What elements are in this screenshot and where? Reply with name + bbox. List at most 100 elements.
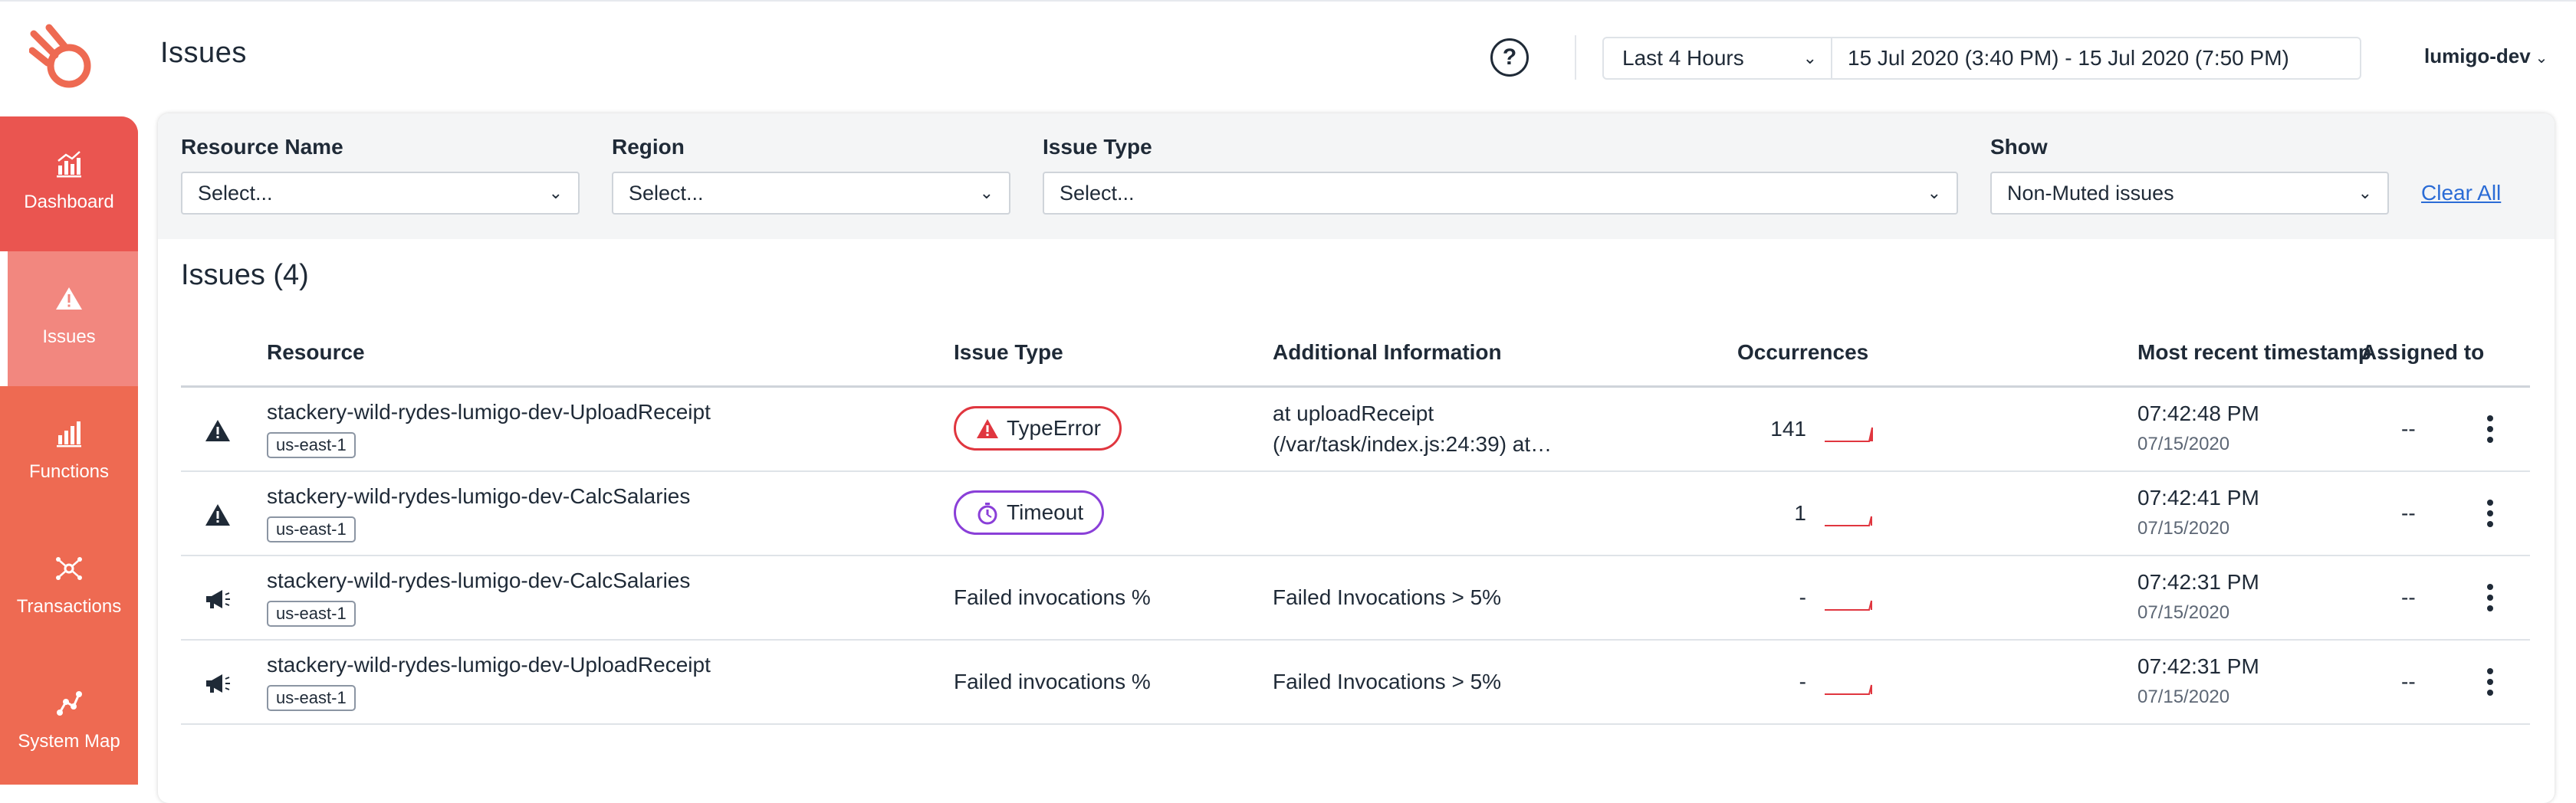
filter-label-region: Region — [612, 135, 685, 159]
table-row[interactable]: stackery-wild-rydes-lumigo-dev-CalcSalar… — [181, 556, 2530, 641]
more-options-icon[interactable] — [2482, 414, 2498, 444]
resource-name-value: Select... — [198, 182, 273, 205]
issues-table-header: Resource Issue Type Additional Informati… — [181, 328, 2530, 388]
resource-name[interactable]: stackery-wild-rydes-lumigo-dev-UploadRec… — [267, 400, 711, 424]
assigned-to[interactable]: -- — [2401, 417, 2416, 441]
issue-type-pill[interactable]: TypeError — [954, 406, 1122, 451]
timestamp-date: 07/15/2020 — [2137, 518, 2230, 539]
issue-type-label: Failed invocations % — [954, 585, 1151, 609]
occurrences-sparkline — [1825, 516, 1872, 526]
timestamp-time: 07:42:41 PM — [2137, 486, 2259, 510]
chevron-down-icon: ⌄ — [2358, 183, 2372, 202]
clear-all-link[interactable]: Clear All — [2421, 181, 2501, 205]
table-row[interactable]: stackery-wild-rydes-lumigo-dev-UploadRec… — [181, 641, 2530, 725]
sidebar-item-label: System Map — [18, 731, 120, 752]
sidebar-item-functions[interactable]: Functions — [0, 386, 138, 521]
filter-label-issue-type: Issue Type — [1043, 135, 1152, 159]
occurrences-count: - — [1799, 670, 1806, 693]
filter-label-show: Show — [1990, 135, 2048, 159]
sidebar-item-label: Issues — [42, 326, 96, 347]
sidebar-item-issues[interactable]: Issues — [0, 251, 138, 386]
warning-icon — [205, 420, 230, 441]
chevron-down-icon: ⌄ — [1802, 48, 1817, 67]
chevron-down-icon: ⌄ — [1927, 183, 1941, 202]
issue-type-label: Timeout — [1007, 500, 1084, 524]
more-options-icon[interactable] — [2482, 667, 2498, 697]
sidebar-item-label: Dashboard — [24, 192, 114, 212]
resource-name[interactable]: stackery-wild-rydes-lumigo-dev-CalcSalar… — [267, 569, 690, 593]
dashboard-chart-icon — [57, 151, 81, 178]
top-border — [0, 0, 2576, 3]
account-menu[interactable]: lumigo-dev ⌄ — [2424, 44, 2548, 68]
assigned-to[interactable]: -- — [2401, 670, 2416, 694]
additional-info-line: Failed Invocations > 5% — [1273, 585, 1502, 609]
column-header-issue-type[interactable]: Issue Type — [954, 340, 1063, 365]
sidebar-item-label: Functions — [28, 461, 110, 482]
region-badge: us-east-1 — [267, 432, 356, 458]
sidebar: Dashboard Issues Functions Transactions — [0, 116, 138, 785]
column-header-assigned-to[interactable]: Assigned to — [2361, 340, 2484, 365]
show-select[interactable]: Non-Muted issues ⌄ — [1990, 172, 2389, 215]
additional-info-line: Failed Invocations > 5% — [1273, 670, 1502, 693]
region-badge: us-east-1 — [267, 685, 356, 711]
resource-name[interactable]: stackery-wild-rydes-lumigo-dev-CalcSalar… — [267, 484, 690, 509]
sidebar-item-transactions[interactable]: Transactions — [0, 521, 138, 656]
resource-name[interactable]: stackery-wild-rydes-lumigo-dev-UploadRec… — [267, 653, 711, 677]
region-select[interactable]: Select... ⌄ — [612, 172, 1010, 215]
timestamp-time: 07:42:48 PM — [2137, 402, 2259, 425]
transactions-icon — [56, 557, 82, 580]
warning-icon — [977, 419, 998, 438]
sidebar-item-dashboard[interactable]: Dashboard — [0, 116, 138, 251]
page-title: Issues — [160, 37, 247, 69]
occurrences-count: 1 — [1794, 501, 1806, 525]
timestamp-time: 07:42:31 PM — [2137, 654, 2259, 678]
additional-info-line: (/var/task/index.js:24:39) at… — [1273, 432, 1552, 456]
occurrences-sparkline — [1825, 600, 1872, 611]
timestamp-date: 07/15/2020 — [2137, 602, 2230, 623]
assigned-to[interactable]: -- — [2401, 585, 2416, 610]
region-value: Select... — [629, 182, 704, 205]
megaphone-icon — [206, 590, 230, 608]
issue-type-label: TypeError — [1007, 416, 1101, 440]
timestamp-date: 07/15/2020 — [2137, 434, 2230, 454]
column-header-label: Most recent timestamp — [2137, 340, 2371, 364]
assigned-to[interactable]: -- — [2401, 501, 2416, 526]
stopwatch-icon — [978, 503, 997, 525]
lumigo-logo[interactable] — [29, 23, 103, 97]
issue-type-pill[interactable]: Timeout — [954, 490, 1105, 535]
column-header-resource[interactable]: Resource — [267, 340, 365, 365]
warning-icon — [56, 287, 82, 310]
filter-label-resource-name: Resource Name — [181, 135, 343, 159]
resource-name-select[interactable]: Select... ⌄ — [181, 172, 580, 215]
more-options-icon[interactable] — [2482, 498, 2498, 529]
chevron-down-icon: ⌄ — [548, 183, 563, 202]
timestamp-time: 07:42:31 PM — [2137, 570, 2259, 594]
issue-type-select[interactable]: Select... ⌄ — [1043, 172, 1958, 215]
occurrences-sparkline — [1825, 684, 1872, 695]
timestamp-date: 07/15/2020 — [2137, 687, 2230, 707]
occurrences-sparkline — [1825, 427, 1873, 442]
column-header-most-recent-timestamp[interactable]: Most recent timestamp ⌄ — [2137, 340, 2390, 365]
sidebar-item-system-map[interactable]: System Map — [0, 656, 138, 785]
sidebar-item-label: Transactions — [16, 596, 122, 617]
warning-icon — [205, 504, 230, 526]
header-divider — [1575, 35, 1576, 80]
occurrences-count: 141 — [1770, 417, 1806, 441]
filter-bar: Resource Name Select... ⌄ Region Select.… — [158, 113, 2555, 239]
issues-card: Resource Name Select... ⌄ Region Select.… — [158, 113, 2555, 803]
chevron-down-icon: ⌄ — [2535, 50, 2548, 67]
account-name: lumigo-dev — [2424, 44, 2531, 67]
time-range-field[interactable]: 15 Jul 2020 (3:40 PM) - 15 Jul 2020 (7:5… — [1831, 37, 2361, 80]
bar-chart-icon — [57, 421, 81, 447]
megaphone-icon — [206, 674, 230, 693]
more-options-icon[interactable] — [2482, 582, 2498, 613]
additional-info-line: at uploadReceipt — [1273, 402, 1434, 425]
show-value: Non-Muted issues — [2007, 182, 2174, 205]
table-row[interactable]: stackery-wild-rydes-lumigo-dev-CalcSalar… — [181, 472, 2530, 556]
table-row[interactable]: stackery-wild-rydes-lumigo-dev-UploadRec… — [181, 388, 2530, 472]
column-header-occurrences[interactable]: Occurrences — [1737, 340, 1868, 365]
issue-type-value: Select... — [1060, 182, 1135, 205]
column-header-additional-information[interactable]: Additional Information — [1273, 340, 1502, 365]
time-preset-select[interactable]: Last 4 Hours ⌄ — [1602, 37, 1832, 80]
help-button[interactable]: ? — [1490, 38, 1529, 77]
